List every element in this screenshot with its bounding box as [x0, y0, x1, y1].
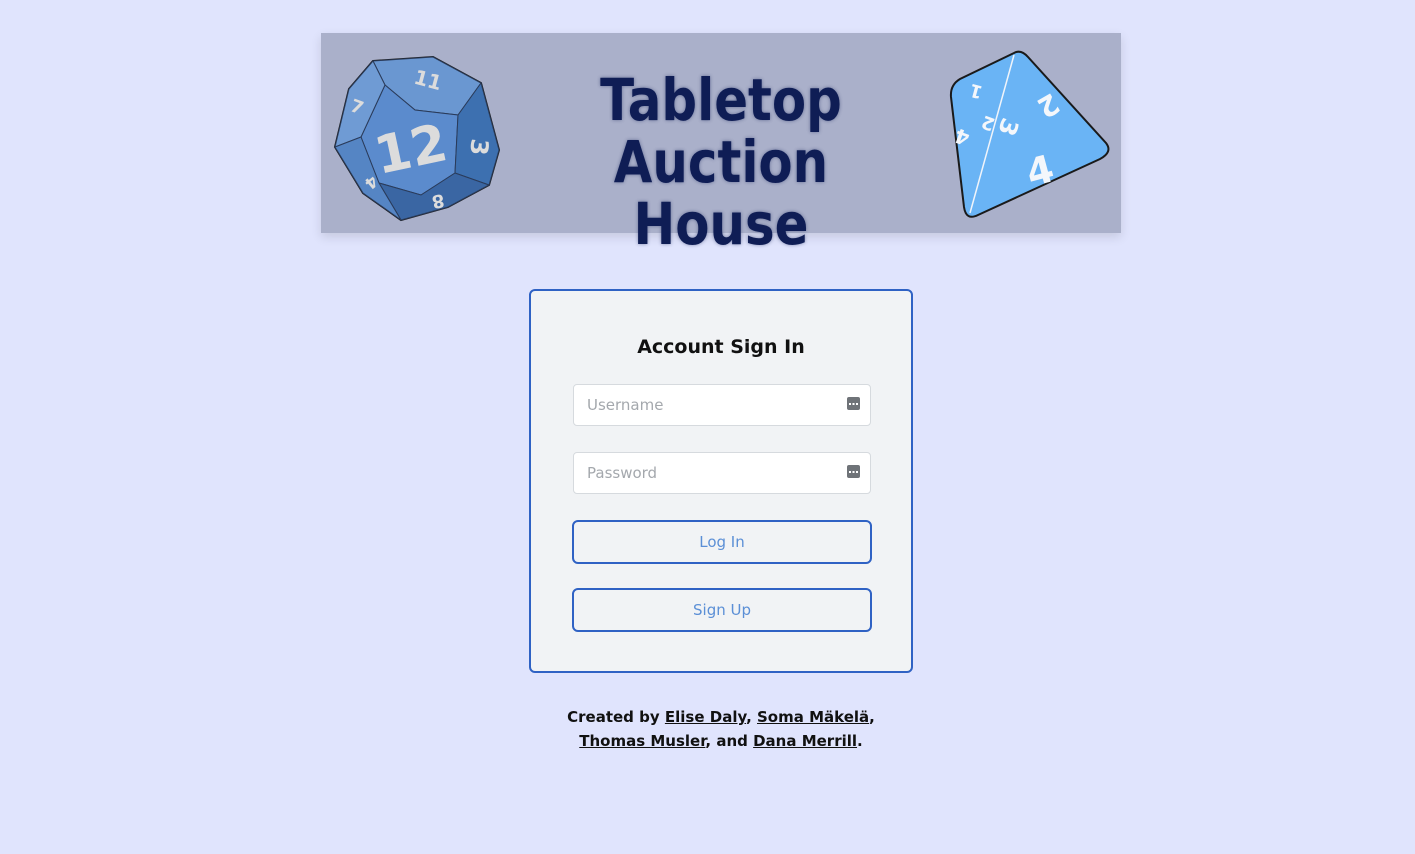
separator: , — [746, 708, 757, 726]
sign-in-card: Account Sign In Log In Sign Up — [529, 289, 913, 673]
password-field[interactable] — [573, 452, 871, 494]
author-link-thomas-musler[interactable]: Thomas Musler — [579, 732, 705, 750]
header-banner: 12 11 7 3 8 4 Tabletop Auction House 2 4… — [321, 33, 1121, 255]
separator: , and — [705, 732, 754, 750]
log-in-button[interactable]: Log In — [572, 520, 872, 564]
credits-prefix: Created by — [567, 708, 660, 726]
d4-dice-icon: 2 4 3 2 1 4 — [949, 50, 1110, 218]
username-input[interactable] — [574, 385, 870, 425]
username-field[interactable] — [573, 384, 871, 426]
sign-in-title: Account Sign In — [637, 336, 805, 358]
separator: , — [869, 708, 875, 726]
author-link-elise-daly[interactable]: Elise Daly — [665, 708, 746, 726]
password-manager-icon[interactable] — [847, 465, 860, 478]
credits-end: . — [857, 732, 863, 750]
site-title: Tabletop Auction House — [600, 66, 842, 258]
password-manager-icon[interactable] — [847, 397, 860, 410]
author-link-dana-merrill[interactable]: Dana Merrill — [753, 732, 857, 750]
d12-dice-icon: 12 11 7 3 8 4 — [333, 55, 501, 222]
credits-footer: Created by Elise Daly, Soma Mäkelä, Thom… — [540, 705, 902, 753]
sign-up-button[interactable]: Sign Up — [572, 588, 872, 632]
d12-face-label: 3 — [464, 137, 493, 156]
author-link-soma-makela[interactable]: Soma Mäkelä — [757, 708, 869, 726]
password-input[interactable] — [574, 453, 870, 493]
